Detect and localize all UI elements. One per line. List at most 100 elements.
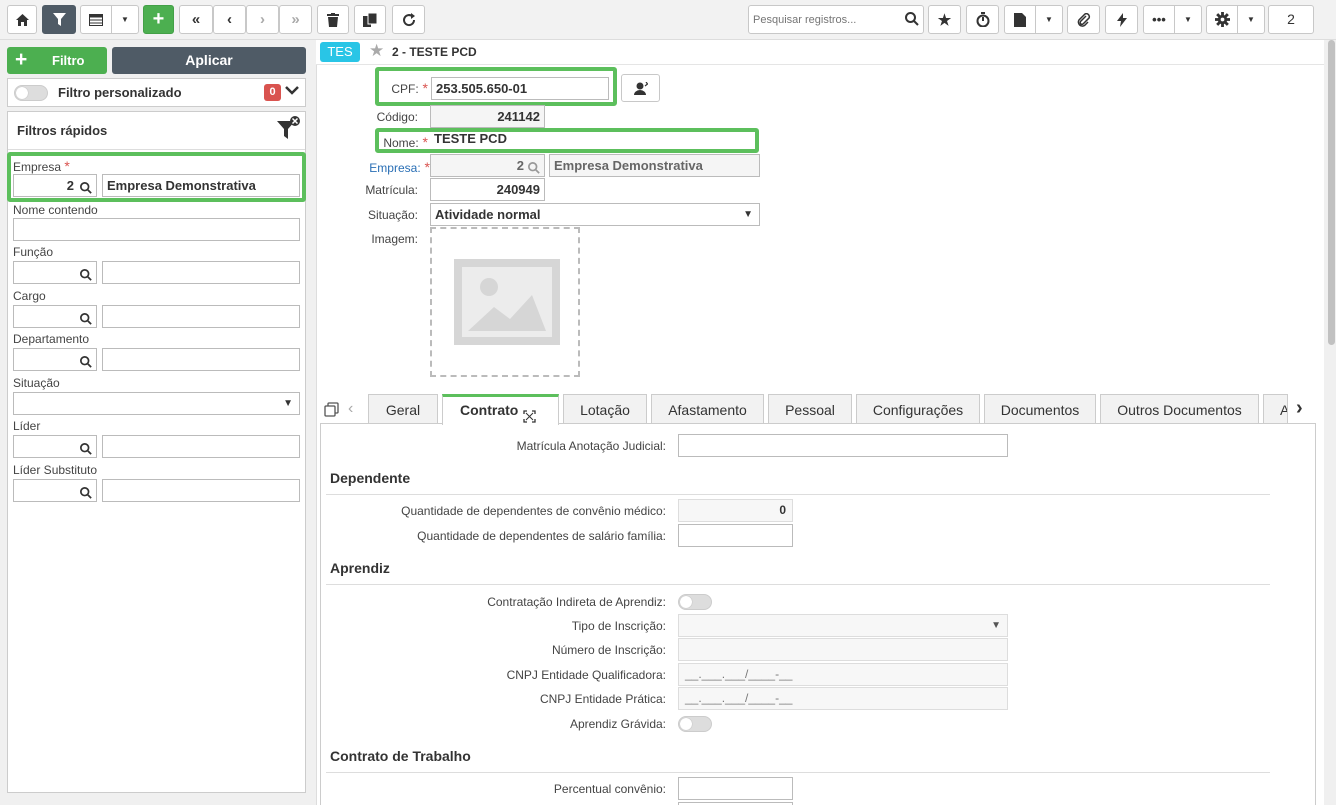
tab-contrato[interactable]: Contrato (442, 394, 559, 425)
situacao-select[interactable]: Atividade normal ▼ (430, 203, 760, 226)
actions-button[interactable] (1105, 5, 1138, 34)
filter-icon (52, 13, 66, 26)
search-icon[interactable] (80, 179, 92, 196)
clear-filters-icon[interactable] (275, 115, 301, 144)
filter-toggle-button[interactable] (42, 5, 76, 34)
tab-pessoal[interactable]: Pessoal (768, 394, 852, 423)
empresa-name-input[interactable]: Empresa Demonstrativa (102, 174, 300, 197)
view-grid-button[interactable] (80, 5, 112, 34)
vertical-scrollbar[interactable] (1326, 40, 1336, 805)
chevron-right-icon: › (260, 11, 265, 28)
person-lookup-button[interactable] (621, 74, 660, 102)
caret-down-icon: ▼ (283, 398, 293, 409)
favorite-button[interactable]: ★ (928, 5, 961, 34)
settings-dropdown-button[interactable]: ▼ (1237, 5, 1265, 34)
report-button[interactable] (1004, 5, 1036, 34)
cargo-name-input[interactable] (102, 305, 300, 328)
lider-substituto-name-input[interactable] (102, 479, 300, 502)
empresa-code-input[interactable]: 2 (13, 174, 97, 197)
search-icon (528, 159, 540, 176)
refresh-button[interactable] (392, 5, 425, 34)
custom-filter-toggle[interactable] (14, 85, 48, 101)
expand-icon[interactable] (523, 405, 536, 425)
first-record-button[interactable]: « (179, 5, 213, 34)
caret-down-icon: ▼ (1184, 15, 1192, 24)
numero-inscricao-label: Número de Inscrição: (551, 643, 666, 657)
star-icon[interactable]: ★ (369, 41, 384, 61)
percentual-convenio-input[interactable] (678, 777, 793, 800)
search-icon[interactable] (80, 353, 92, 370)
departamento-label: Departamento (13, 332, 90, 346)
tipo-inscricao-select[interactable]: ▼ (678, 614, 1008, 637)
nome-contendo-input[interactable] (13, 218, 300, 241)
departamento-code-input[interactable] (13, 348, 97, 371)
settings-button[interactable] (1206, 5, 1238, 34)
tab-geral[interactable]: Geral (368, 394, 438, 423)
copy-button[interactable] (354, 5, 386, 34)
attachment-button[interactable] (1067, 5, 1100, 34)
search-input[interactable] (749, 6, 899, 33)
next-record-button[interactable]: › (246, 5, 279, 34)
lider-code-input[interactable] (13, 435, 97, 458)
image-upload-area[interactable] (430, 227, 580, 377)
scrollbar-thumb[interactable] (1328, 40, 1335, 345)
matricula-input[interactable]: 240949 (430, 178, 545, 201)
lider-substituto-code-input[interactable] (13, 479, 97, 502)
cnpj-qualificadora-input[interactable]: __.___.___/____-__ (678, 663, 1008, 686)
stopwatch-icon (976, 12, 989, 27)
empresa-code-value: 2 (516, 158, 524, 173)
refresh-icon (402, 12, 415, 26)
contratacao-indireta-toggle[interactable] (678, 594, 712, 610)
tab-configuracoes[interactable]: Configurações (856, 394, 980, 423)
add-record-button[interactable]: + (143, 5, 174, 34)
tab-afastamento[interactable]: Afastamento (651, 394, 764, 423)
lider-name-input[interactable] (102, 435, 300, 458)
search-icon[interactable] (80, 266, 92, 283)
paperclip-icon (1077, 12, 1090, 27)
nome-input[interactable]: TESTE PCD (430, 131, 755, 149)
search-icon[interactable] (80, 310, 92, 327)
previous-record-button[interactable]: ‹ (213, 5, 246, 34)
matricula-judicial-input[interactable] (678, 434, 1008, 457)
double-chevron-right-icon: » (291, 11, 300, 28)
chevron-left-icon[interactable]: ‹ (348, 400, 353, 418)
add-filter-button[interactable]: + Filtro (7, 47, 107, 74)
more-dropdown-button[interactable]: ▼ (1174, 5, 1202, 34)
funcao-code-input[interactable] (13, 261, 97, 284)
cnpj-pratica-input[interactable]: __.___.___/____-__ (678, 687, 1008, 710)
apply-filter-button[interactable]: Aplicar (112, 47, 306, 74)
cargo-code-input[interactable] (13, 305, 97, 328)
dep-medico-input: 0 (678, 499, 793, 522)
page-number[interactable]: 2 (1268, 5, 1314, 34)
cpf-input[interactable]: 253.505.650-01 (431, 77, 609, 100)
copy-icon (363, 12, 377, 27)
situacao-filter-select[interactable]: ▼ (13, 392, 300, 415)
home-button[interactable] (7, 5, 37, 34)
chevron-right-icon[interactable]: › (1296, 397, 1303, 420)
timer-button[interactable] (966, 5, 999, 34)
tab-lotacao[interactable]: Lotação (563, 394, 647, 423)
empresa-label[interactable]: Empresa: * (340, 159, 430, 175)
aprendiz-gravida-toggle[interactable] (678, 716, 712, 732)
tab-more[interactable]: A (1263, 394, 1288, 423)
delete-button[interactable] (317, 5, 349, 34)
search-icon[interactable] (80, 440, 92, 457)
chevron-down-icon[interactable] (285, 85, 299, 99)
divider (326, 772, 1270, 773)
dependente-section-title: Dependente (330, 470, 411, 486)
plus-icon: + (152, 8, 165, 30)
tab-outros-documentos[interactable]: Outros Documentos (1100, 394, 1259, 423)
dep-salario-label: Quantidade de dependentes de salário fam… (417, 529, 666, 543)
report-dropdown-button[interactable]: ▼ (1035, 5, 1063, 34)
tab-documentos[interactable]: Documentos (984, 394, 1096, 423)
numero-inscricao-input[interactable] (678, 638, 1008, 661)
view-dropdown-button[interactable]: ▼ (111, 5, 139, 34)
search-icon[interactable] (905, 12, 919, 29)
funcao-name-input[interactable] (102, 261, 300, 284)
copy-tabs-icon[interactable] (324, 402, 339, 420)
last-record-button[interactable]: » (279, 5, 312, 34)
search-icon[interactable] (80, 484, 92, 501)
more-button[interactable]: ••• (1143, 5, 1175, 34)
dep-salario-input[interactable] (678, 524, 793, 547)
departamento-name-input[interactable] (102, 348, 300, 371)
